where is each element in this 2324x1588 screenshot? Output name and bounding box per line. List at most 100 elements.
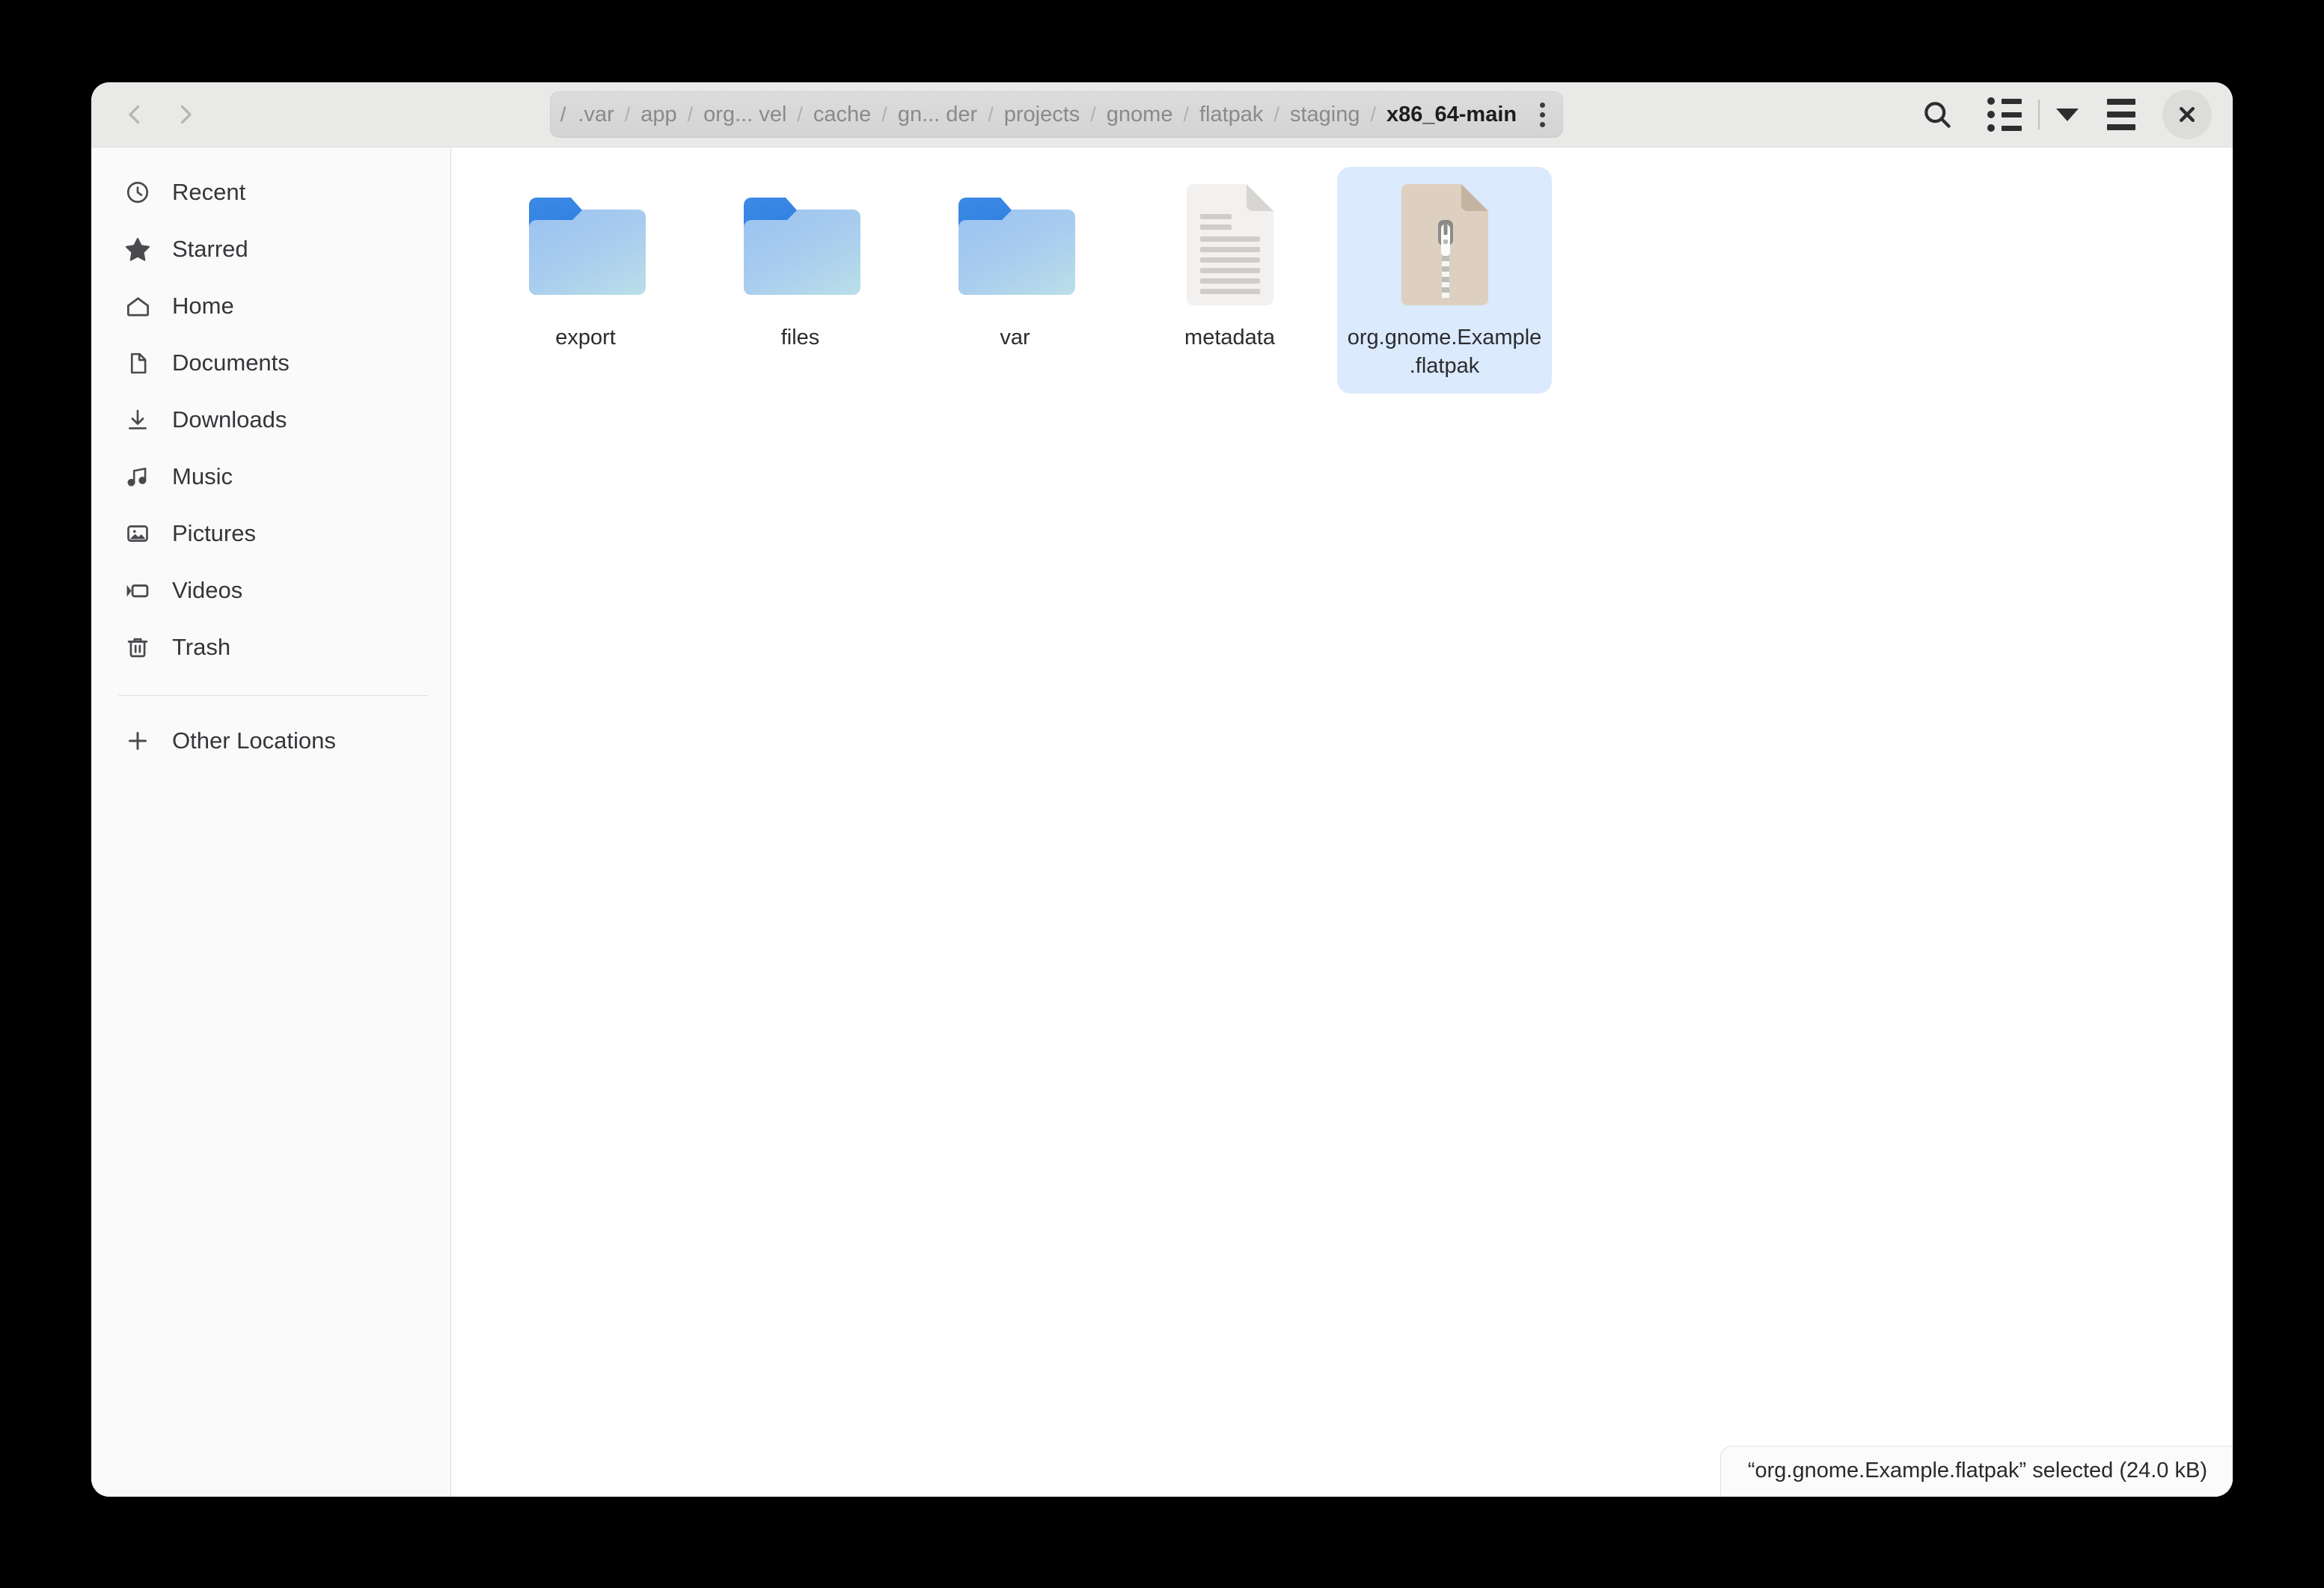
breadcrumb-separator: /: [797, 103, 803, 126]
line: [2002, 125, 2022, 131]
file-name: org.gnome.Example.flatpak: [1347, 326, 1542, 378]
folder-icon: [735, 179, 866, 311]
file-item-var[interactable]: var: [908, 167, 1122, 394]
breadcrumb: / .var / app / org... vel / cache / gn..…: [549, 91, 1564, 138]
sidebar-item-pictures[interactable]: Pictures: [91, 505, 450, 562]
folder-icon: [520, 179, 652, 311]
sidebar-item-music[interactable]: Music: [91, 448, 450, 505]
archive-zip-icon: [1379, 179, 1511, 311]
breadcrumb-item-cache[interactable]: cache: [803, 91, 881, 138]
sidebar-item-label: Trash: [172, 634, 231, 660]
bar: [2107, 112, 2135, 117]
breadcrumb-separator: /: [881, 103, 887, 126]
document-icon: [123, 348, 153, 378]
file-name: files: [780, 326, 820, 349]
status-text: “org.gnome.Example.flatpak” selected (24…: [1747, 1459, 2207, 1482]
close-icon: [2180, 107, 2195, 122]
sidebar-item-trash[interactable]: Trash: [91, 619, 450, 676]
breadcrumb-root[interactable]: /: [560, 91, 568, 138]
file-name: metadata: [1184, 326, 1275, 349]
download-icon: [123, 405, 153, 435]
hamburger-menu-icon: [2107, 99, 2135, 130]
status-bar: “org.gnome.Example.flatpak” selected (24…: [1719, 1446, 2233, 1497]
forward-button[interactable]: [160, 89, 211, 140]
caret-down-icon: [2056, 108, 2079, 121]
list-view-icon[interactable]: [1980, 89, 2029, 140]
view-mode-group: [1975, 89, 2091, 140]
breadcrumb-item-var[interactable]: .var: [567, 91, 624, 138]
back-button[interactable]: [109, 89, 160, 140]
sidebar-item-label: Downloads: [172, 406, 287, 433]
dot: [1539, 102, 1545, 108]
breadcrumb-separator: /: [687, 103, 694, 126]
list-row: [1987, 124, 2022, 132]
search-button[interactable]: [1909, 89, 1965, 140]
toolbar-divider: [2038, 100, 2040, 129]
sidebar-item-recent[interactable]: Recent: [91, 164, 450, 221]
file-name: var: [1000, 326, 1030, 349]
breadcrumb-separator: /: [1183, 103, 1189, 126]
breadcrumb-item-projects[interactable]: projects: [994, 91, 1091, 138]
breadcrumb-item-staging[interactable]: staging: [1279, 91, 1371, 138]
three-dots-vertical-icon[interactable]: [1526, 94, 1559, 135]
window-body: Recent Starred Home Documents Downloads …: [91, 147, 2233, 1497]
file-item-export[interactable]: export: [478, 167, 693, 394]
clock-icon: [123, 177, 153, 207]
sidebar-item-label: Starred: [172, 236, 248, 262]
breadcrumb-item-current[interactable]: x86_64-main: [1376, 91, 1524, 138]
bullet: [1987, 97, 1995, 105]
sidebar-item-downloads[interactable]: Downloads: [91, 391, 450, 448]
view-options-dropdown[interactable]: [2049, 89, 2086, 140]
sidebar-item-videos[interactable]: Videos: [91, 562, 450, 619]
breadcrumb-item-flatpak[interactable]: flatpak: [1189, 91, 1273, 138]
file-manager-window: / .var / app / org... vel / cache / gn..…: [91, 82, 2233, 1497]
sidebar-item-starred[interactable]: Starred: [91, 221, 450, 278]
breadcrumb-separator: /: [988, 103, 994, 126]
icon-grid: export files var metadata org.gnome.Exam…: [451, 147, 2233, 394]
search-icon: [1924, 102, 1951, 128]
bar: [2107, 99, 2135, 105]
file-item-metadata[interactable]: metadata: [1122, 167, 1337, 394]
header-bar: / .var / app / org... vel / cache / gn..…: [91, 82, 2233, 147]
folder-icon: [950, 179, 1081, 311]
sidebar-item-label: Other Locations: [172, 727, 336, 754]
trash-icon: [123, 632, 153, 662]
sidebar-item-label: Pictures: [172, 520, 256, 546]
line: [2002, 112, 2022, 117]
breadcrumb-separator: /: [1273, 103, 1279, 126]
dot: [1539, 121, 1545, 127]
sidebar-item-other-locations[interactable]: Other Locations: [91, 712, 450, 769]
home-icon: [123, 291, 153, 321]
main-menu-button[interactable]: [2095, 89, 2147, 140]
sidebar-item-documents[interactable]: Documents: [91, 335, 450, 391]
sidebar-item-label: Music: [172, 463, 233, 489]
breadcrumb-separator: /: [1370, 103, 1376, 126]
sidebar-item-label: Documents: [172, 349, 290, 376]
bullet: [1987, 124, 1995, 132]
file-grid-view[interactable]: export files var metadata org.gnome.Exam…: [451, 147, 2233, 1497]
sidebar-item-label: Videos: [172, 577, 243, 603]
close-button[interactable]: [2162, 90, 2212, 139]
star-icon: [123, 234, 153, 264]
file-item-flatpak[interactable]: org.gnome.Example.flatpak: [1337, 167, 1552, 394]
sidebar-divider: [118, 695, 428, 696]
breadcrumb-separator: /: [1090, 103, 1096, 126]
file-item-files[interactable]: files: [693, 167, 908, 394]
sidebar-item-label: Recent: [172, 179, 246, 205]
breadcrumb-separator: /: [624, 103, 631, 126]
music-note-icon: [123, 462, 153, 492]
bullet: [1987, 111, 1995, 118]
list-row: [1987, 111, 2022, 118]
picture-icon: [123, 519, 153, 549]
breadcrumb-item-gnome[interactable]: gnome: [1096, 91, 1184, 138]
list-row: [1987, 97, 2022, 105]
breadcrumb-item-gn[interactable]: gn... der: [887, 91, 988, 138]
breadcrumb-item-app[interactable]: app: [630, 91, 687, 138]
dot: [1539, 112, 1545, 117]
chevron-right-icon: [180, 105, 192, 124]
sidebar: Recent Starred Home Documents Downloads …: [91, 147, 451, 1497]
breadcrumb-item-org[interactable]: org... vel: [693, 91, 797, 138]
text-file-icon: [1164, 179, 1296, 311]
sidebar-item-home[interactable]: Home: [91, 278, 450, 335]
plus-icon: [123, 726, 153, 756]
